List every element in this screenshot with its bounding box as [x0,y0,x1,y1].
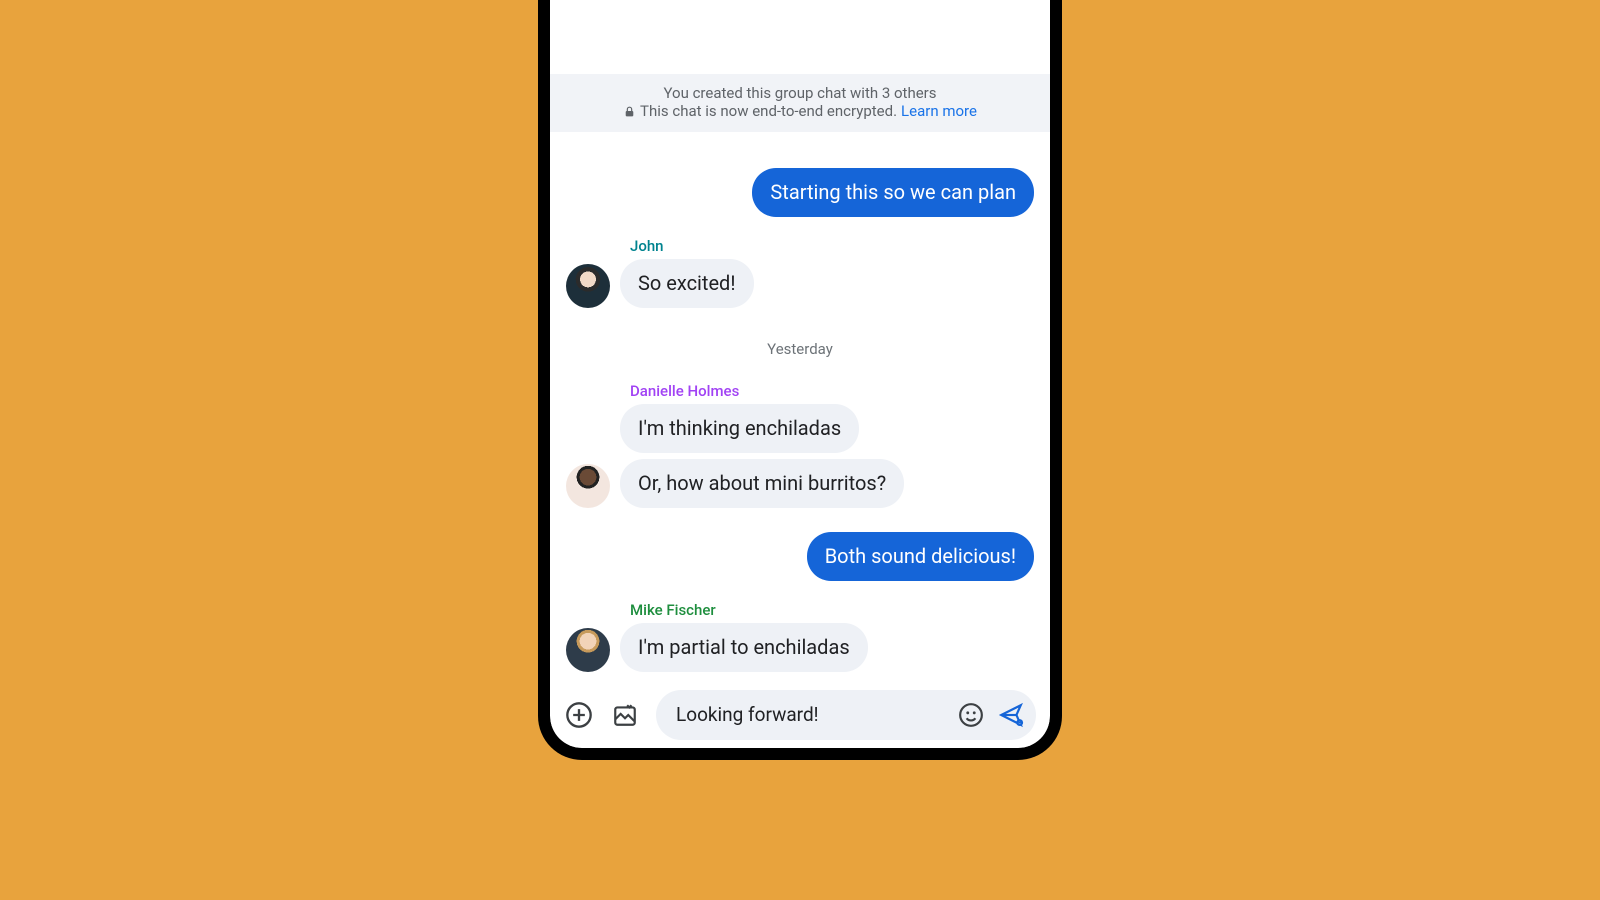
message-incoming-mike[interactable]: I'm partial to enchiladas [566,623,1034,672]
messages-list[interactable]: Starting this so we can plan John So exc… [550,132,1050,682]
sender-label-john: John [630,237,1034,255]
spacer [550,0,1050,74]
learn-more-link[interactable]: Learn more [901,102,977,120]
compose-bar: Looking forward! [550,682,1050,746]
bubble-text: Starting this so we can plan [752,168,1034,217]
send-button[interactable] [996,700,1026,730]
message-incoming-danielle-1[interactable]: I'm thinking enchiladas [566,404,1034,453]
lock-icon [623,105,636,118]
sender-label-mike: Mike Fischer [630,601,1034,619]
sender-label-danielle: Danielle Holmes [630,382,1034,400]
message-outgoing-2[interactable]: Both sound delicious! [566,532,1034,581]
bubble-text: Both sound delicious! [807,532,1034,581]
nav-bar [550,746,1050,749]
bubble-text: Or, how about mini burritos? [620,459,904,508]
add-attachment-button[interactable] [564,700,594,730]
banner-encrypted-text: This chat is now end-to-end encrypted. [640,102,897,120]
info-banner: You created this group chat with 3 other… [550,74,1050,132]
phone-screen: You created this group chat with 3 other… [550,0,1050,748]
compose-text: Looking forward! [676,703,946,726]
gallery-button[interactable] [610,700,640,730]
date-separator: Yesterday [566,340,1034,358]
banner-line1: You created this group chat with 3 other… [566,84,1034,102]
banner-line2: This chat is now end-to-end encrypted. L… [623,102,977,120]
message-outgoing[interactable]: Starting this so we can plan [566,168,1034,217]
compose-input[interactable]: Looking forward! [656,690,1036,740]
bubble-text: I'm thinking enchiladas [620,404,859,453]
avatar-mike[interactable] [566,628,610,672]
emoji-button[interactable] [956,700,986,730]
bubble-text: So excited! [620,259,754,308]
avatar-danielle[interactable] [566,464,610,508]
phone-frame: You created this group chat with 3 other… [538,0,1062,760]
bubble-text: I'm partial to enchiladas [620,623,868,672]
message-incoming-john[interactable]: So excited! [566,259,1034,308]
avatar-john[interactable] [566,264,610,308]
message-incoming-danielle-2[interactable]: Or, how about mini burritos? [566,459,1034,508]
